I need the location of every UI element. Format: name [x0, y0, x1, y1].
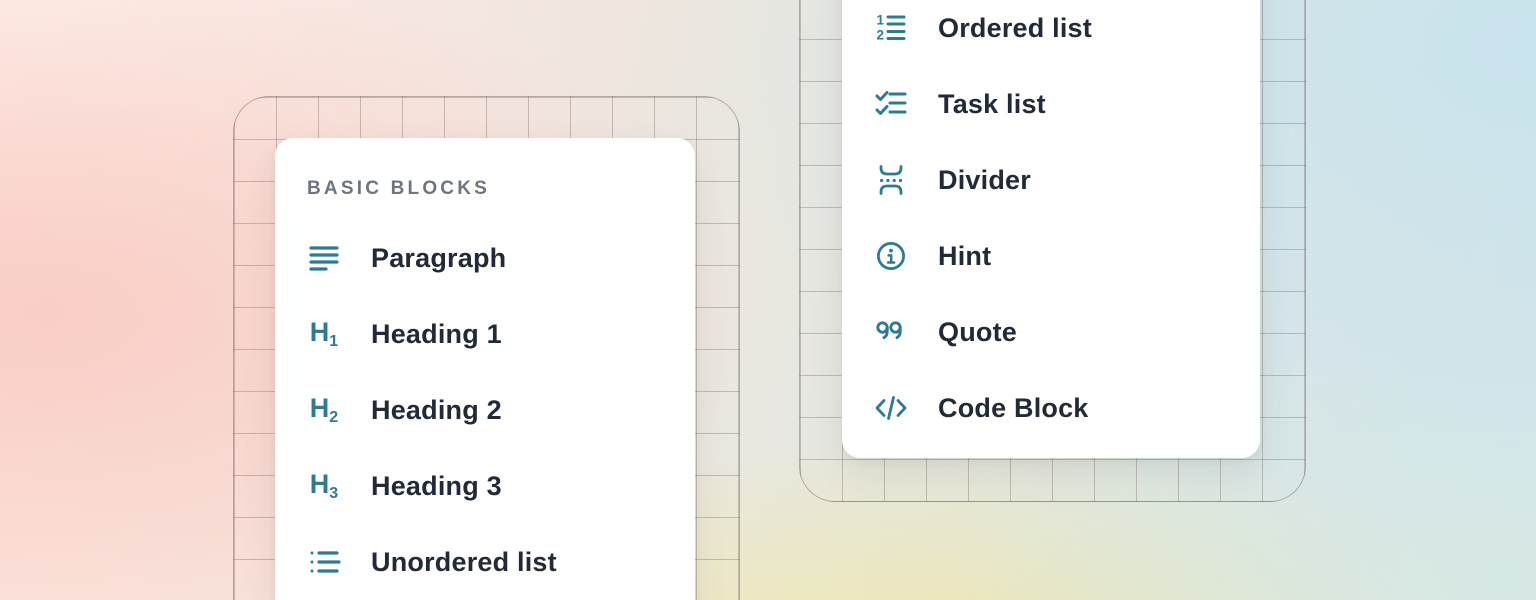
menu-item-code-block[interactable]: Code Block — [842, 370, 1260, 446]
unordered-list-icon — [305, 543, 343, 581]
menu-item-quote[interactable]: Quote — [842, 294, 1260, 370]
basic-blocks-menu-list: Paragraph H1 Heading 1 H2 Heading 2 H3 Heading… — [275, 220, 695, 600]
more-blocks-menu-list: 1 2 Ordered list Task list Divider Hint … — [842, 0, 1260, 446]
menu-item-heading-3[interactable]: H3 Heading 3 — [275, 448, 695, 524]
menu-item-label: Heading 2 — [371, 395, 502, 426]
menu-item-unordered-list[interactable]: Unordered list — [275, 524, 695, 600]
menu-item-ordered-list[interactable]: 1 2 Ordered list — [842, 0, 1260, 66]
menu-item-label: Quote — [938, 317, 1017, 348]
heading-2-icon: H2 — [305, 391, 343, 429]
menu-item-label: Task list — [938, 89, 1046, 120]
heading-3-icon: H3 — [305, 467, 343, 505]
basic-blocks-menu-card: BASIC BLOCKS Paragraph H1 Heading 1 H2 Headi… — [275, 138, 695, 600]
menu-item-task-list[interactable]: Task list — [842, 66, 1260, 142]
svg-text:1: 1 — [877, 13, 885, 28]
hint-icon — [872, 237, 910, 275]
ordered-list-icon: 1 2 — [872, 9, 910, 47]
more-blocks-menu-card: 1 2 Ordered list Task list Divider Hint … — [842, 0, 1260, 458]
menu-item-label: Unordered list — [371, 547, 557, 578]
heading-1-icon: H1 — [305, 315, 343, 353]
quote-icon — [872, 313, 910, 351]
menu-item-paragraph[interactable]: Paragraph — [275, 220, 695, 296]
svg-text:2: 2 — [877, 28, 885, 43]
menu-item-label: Hint — [938, 241, 991, 272]
menu-item-heading-1[interactable]: H1 Heading 1 — [275, 296, 695, 372]
menu-item-label: Divider — [938, 165, 1031, 196]
menu-item-hint[interactable]: Hint — [842, 218, 1260, 294]
menu-item-label: Ordered list — [938, 13, 1092, 44]
basic-blocks-section-title: BASIC BLOCKS — [307, 178, 695, 200]
paragraph-icon — [305, 239, 343, 277]
menu-item-heading-2[interactable]: H2 Heading 2 — [275, 372, 695, 448]
menu-item-label: Code Block — [938, 393, 1089, 424]
menu-item-divider[interactable]: Divider — [842, 142, 1260, 218]
menu-item-label: Heading 1 — [371, 319, 502, 350]
menu-item-label: Paragraph — [371, 243, 506, 274]
menu-item-label: Heading 3 — [371, 471, 502, 502]
task-list-icon — [872, 85, 910, 123]
code-block-icon — [872, 389, 910, 427]
block-menu-illustration: BASIC BLOCKS Paragraph H1 Heading 1 H2 Headi… — [0, 0, 1536, 600]
divider-icon — [872, 161, 910, 199]
